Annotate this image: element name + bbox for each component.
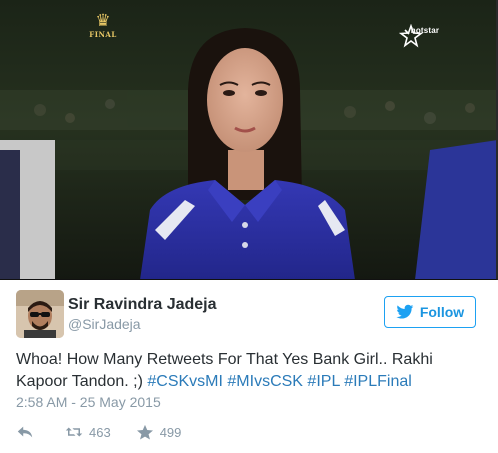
favorite-count: 499: [159, 424, 182, 440]
reply-icon: [17, 426, 33, 438]
tweet-timestamp[interactable]: 2:58 AM - 25 May 2015: [16, 394, 161, 410]
twitter-bird-icon: [396, 304, 414, 319]
hashtag-link[interactable]: #CSKvsMI: [147, 373, 223, 390]
final-badge: ♛ FINAL: [86, 12, 120, 39]
retweet-button[interactable]: 463: [65, 424, 111, 440]
trophy-icon: ♛: [95, 11, 111, 31]
tweet-actions: 463 499: [16, 422, 206, 442]
avatar-image: [16, 290, 64, 338]
star-icon: [399, 24, 423, 48]
retweet-count: 463: [89, 424, 111, 440]
favorite-button[interactable]: 499: [136, 424, 182, 440]
star-icon: [136, 424, 153, 440]
follow-button-label: Follow: [419, 304, 465, 320]
retweet-icon: [65, 427, 83, 437]
tweet-card: ♛ FINAL hotstar Sir Ravindra Jadeja @Sir…: [0, 0, 498, 453]
tweet-text: Whoa! How Many Retweets For That Yes Ban…: [16, 349, 482, 393]
hashtag-link[interactable]: #MIvsCSK: [227, 373, 303, 390]
tweet-author: Sir Ravindra Jadeja @SirJadeja Follow: [16, 290, 486, 338]
avatar[interactable]: [16, 290, 64, 338]
follow-button[interactable]: Follow: [384, 296, 476, 328]
hotstar-logo: hotstar: [399, 24, 451, 48]
media-photo: [0, 0, 496, 279]
hashtag-link[interactable]: #IPL: [307, 373, 339, 390]
author-name[interactable]: Sir Ravindra Jadeja: [68, 296, 217, 314]
reply-button[interactable]: [16, 424, 40, 440]
author-handle[interactable]: @SirJadeja: [68, 316, 141, 332]
hashtag-link[interactable]: #IPLFinal: [344, 373, 412, 390]
tweet-media[interactable]: ♛ FINAL hotstar: [0, 0, 498, 280]
final-badge-label: FINAL: [89, 30, 117, 39]
